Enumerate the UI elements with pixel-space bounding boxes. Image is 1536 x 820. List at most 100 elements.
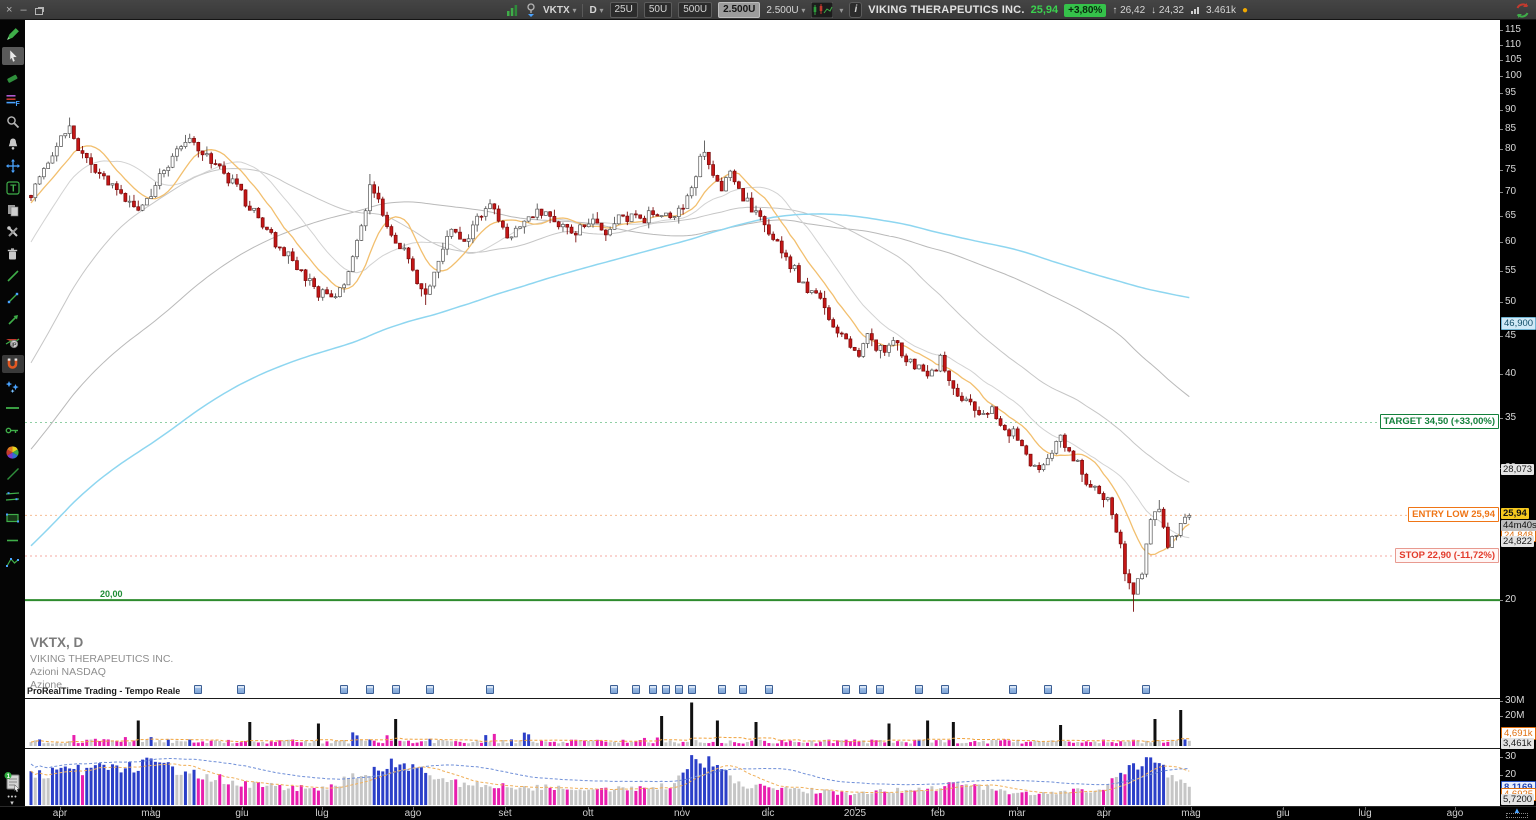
news-event-icon[interactable]	[688, 685, 696, 694]
news-event-icon[interactable]	[1044, 685, 1052, 694]
move-icon[interactable]	[2, 157, 24, 175]
news-event-icon[interactable]	[632, 685, 640, 694]
price-tick: 90	[1505, 104, 1516, 115]
target-order-label[interactable]: TARGET 34,50 (+33,00%)	[1380, 414, 1500, 429]
color-wheel-icon[interactable]	[2, 443, 24, 461]
time-axis[interactable]: ▲ aprmaggiulugagosetottnovdic2025febmara…	[0, 806, 1536, 820]
chevron-down-icon: ▾	[801, 6, 805, 15]
news-event-icon[interactable]	[610, 685, 618, 694]
more-tools-button[interactable]: •••▾	[7, 795, 17, 806]
parallel-lines-icon[interactable]	[2, 487, 24, 505]
segment-icon[interactable]	[2, 289, 24, 307]
price-tick: 105	[1505, 54, 1522, 65]
info-button[interactable]: i	[849, 2, 862, 18]
zoom-25u-button[interactable]: 25U	[610, 2, 638, 18]
rectangle-icon[interactable]	[2, 509, 24, 527]
copy-icon[interactable]	[2, 201, 24, 219]
symbol-label: VKTX	[543, 5, 570, 16]
session-low: ↓ 24,32	[1151, 5, 1184, 16]
horizontal-segment-icon[interactable]	[2, 531, 24, 549]
cursor-icon[interactable]	[2, 47, 24, 65]
indicator-tick: 20	[1505, 769, 1516, 780]
news-event-icon[interactable]	[392, 685, 400, 694]
last-price-label: 25,94	[1501, 508, 1529, 519]
entry-order-label[interactable]: ENTRY LOW 25,94	[1408, 507, 1499, 522]
news-event-icon[interactable]	[859, 685, 867, 694]
price-tick: 35	[1505, 412, 1516, 423]
auto-trend-icon[interactable]	[2, 377, 24, 395]
close-icon[interactable]: ×	[6, 0, 12, 20]
price-axis[interactable]: 1151101051009590858075706560555045403530…	[1500, 20, 1536, 806]
news-event-icon[interactable]	[718, 685, 726, 694]
news-event-icon[interactable]	[237, 685, 245, 694]
news-event-icon[interactable]	[194, 685, 202, 694]
horizontal-line-icon[interactable]	[2, 399, 24, 417]
alerts-bell-icon[interactable]	[2, 135, 24, 153]
restore-icon[interactable]	[35, 8, 43, 15]
trendline-icon[interactable]	[2, 267, 24, 285]
news-event-icon[interactable]	[876, 685, 884, 694]
zoom-2500u-button[interactable]: 2.500U	[718, 2, 760, 18]
news-event-icon[interactable]	[915, 685, 923, 694]
stop-order-label[interactable]: STOP 22,90 (-11,72%)	[1395, 548, 1499, 563]
ma200-value-label: 46,900	[1501, 317, 1536, 330]
chart-type-icon[interactable]	[811, 2, 833, 18]
price-tick: 65	[1505, 210, 1516, 221]
jump-to-latest-button[interactable]: ▲	[1504, 808, 1530, 820]
line-icon[interactable]	[2, 465, 24, 483]
month-label: giu	[1266, 808, 1300, 819]
news-event-icon[interactable]	[486, 685, 494, 694]
news-event-icon[interactable]	[649, 685, 657, 694]
news-event-icon[interactable]	[366, 685, 374, 694]
news-event-icon[interactable]	[739, 685, 747, 694]
price-tick: 20	[1505, 594, 1516, 605]
news-event-icon[interactable]	[662, 685, 670, 694]
symbol-pin-icon[interactable]	[525, 3, 537, 18]
price-tick: 100	[1505, 70, 1522, 81]
month-label: apr	[43, 808, 77, 819]
svg-text:IP: IP	[11, 342, 17, 348]
news-event-icon[interactable]	[340, 685, 348, 694]
zoom-50u-button[interactable]: 50U	[644, 2, 672, 18]
key-level-icon[interactable]	[2, 421, 24, 439]
polyline-icon[interactable]	[2, 553, 24, 571]
news-event-icon[interactable]	[1009, 685, 1017, 694]
text-tool-icon[interactable]: T	[2, 179, 24, 197]
delete-icon[interactable]	[2, 245, 24, 263]
chart-canvas[interactable]: TARGET 34,50 (+33,00%) ENTRY LOW 25,94 S…	[25, 20, 1500, 806]
news-event-icon[interactable]	[842, 685, 850, 694]
magnet-icon[interactable]	[2, 355, 24, 373]
month-label: dic	[751, 808, 785, 819]
eraser-icon[interactable]	[2, 69, 24, 87]
news-event-icon[interactable]	[765, 685, 773, 694]
news-event-icon[interactable]	[1082, 685, 1090, 694]
news-event-icon[interactable]	[941, 685, 949, 694]
chevron-down-icon: ▾	[572, 6, 576, 15]
symbol-selector[interactable]: VKTX ▾	[543, 5, 576, 16]
chevron-down-icon[interactable]: ▾	[839, 6, 843, 15]
minimize-icon[interactable]: –	[20, 0, 26, 20]
instrument-market: Azioni NASDAQ	[30, 666, 173, 679]
tools-icon[interactable]	[2, 223, 24, 241]
month-label: giu	[225, 808, 259, 819]
price-tick: 45	[1505, 330, 1516, 341]
month-label: set	[488, 808, 522, 819]
range-selector[interactable]: 2.500U ▾	[766, 5, 805, 16]
zoom-500u-button[interactable]: 500U	[678, 2, 712, 18]
draw-pencil-icon[interactable]	[2, 25, 24, 43]
news-event-icon[interactable]	[675, 685, 683, 694]
volume-bars	[30, 703, 1191, 747]
arrow-icon[interactable]	[2, 311, 24, 329]
news-event-icon[interactable]	[1142, 685, 1150, 694]
pattern-detector-icon[interactable]: IP	[2, 333, 24, 351]
instrument-name: VIKING THERAPEUTICS INC.	[868, 4, 1024, 16]
price-chart[interactable]	[25, 20, 1500, 806]
timeframe-selector[interactable]: D ▾	[589, 5, 603, 16]
mini-bars-icon[interactable]	[505, 3, 519, 17]
refresh-icon[interactable]	[1514, 2, 1531, 19]
orders-list-icon[interactable]: 1	[3, 771, 23, 793]
zoom-icon[interactable]	[2, 113, 24, 131]
prorealtime-window: × – VKTX ▾ D ▾ 25U 50U 500U 2.500U 2.500…	[0, 0, 1536, 820]
indicator-settings-icon[interactable]: F	[2, 91, 24, 109]
news-event-icon[interactable]	[426, 685, 434, 694]
